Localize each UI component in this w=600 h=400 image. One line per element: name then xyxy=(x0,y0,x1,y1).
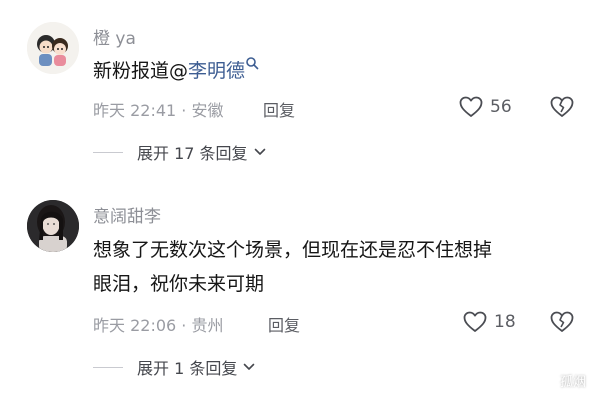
reply-button[interactable]: 回复 xyxy=(263,97,295,121)
expand-replies-label: 展开 17 条回复 xyxy=(137,144,248,163)
comment-text: 想象了无数次这个场景，但现在还是忍不住想掉 眼泪，祝你未来可期 xyxy=(93,233,570,301)
like-button[interactable]: 56 xyxy=(458,95,512,119)
avatar[interactable] xyxy=(27,200,79,252)
expand-replies-label: 展开 1 条回复 xyxy=(137,359,238,378)
search-icon[interactable] xyxy=(245,56,259,70)
avatar-cartoon-icon xyxy=(27,22,79,74)
like-button[interactable]: 18 xyxy=(462,310,516,334)
expand-replies-button[interactable]: 展开 1 条回复 xyxy=(93,355,255,379)
dislike-button[interactable] xyxy=(549,95,575,123)
like-count: 18 xyxy=(494,312,516,332)
mention-link[interactable]: 李明德 xyxy=(188,60,245,82)
reply-button[interactable]: 回复 xyxy=(268,312,300,336)
comment-text-line: 想象了无数次这个场景，但现在还是忍不住想掉 xyxy=(93,239,493,261)
chevron-down-icon xyxy=(254,148,265,155)
broken-heart-icon xyxy=(550,96,574,117)
comment-timestamp: 昨天 22:41 · 安徽 xyxy=(93,101,224,120)
chevron-down-icon xyxy=(244,363,255,370)
username[interactable]: 意阔甜李 xyxy=(93,202,161,227)
avatar-photo-icon xyxy=(27,200,79,252)
like-count: 56 xyxy=(490,97,512,117)
username[interactable]: 橙 ya xyxy=(93,24,136,49)
expand-replies-button[interactable]: 展开 17 条回复 xyxy=(93,140,266,164)
avatar[interactable] xyxy=(27,22,79,74)
comment-text-line: 眼泪，祝你未来可期 xyxy=(93,273,265,295)
divider xyxy=(93,151,123,153)
watermark: 孤烟 xyxy=(540,371,586,390)
broken-heart-icon xyxy=(550,311,574,332)
heart-outline-icon xyxy=(463,311,487,332)
comment-text-prefix: 新粉报道@ xyxy=(93,60,189,82)
watermark-logo-icon xyxy=(540,373,556,388)
comment-timestamp: 昨天 22:06 · 贵州 xyxy=(93,316,224,335)
watermark-text: 孤烟 xyxy=(559,375,586,390)
divider xyxy=(93,366,123,368)
comment-text: 新粉报道@李明德 xyxy=(93,54,570,88)
dislike-button[interactable] xyxy=(549,310,575,338)
heart-outline-icon xyxy=(459,96,483,117)
